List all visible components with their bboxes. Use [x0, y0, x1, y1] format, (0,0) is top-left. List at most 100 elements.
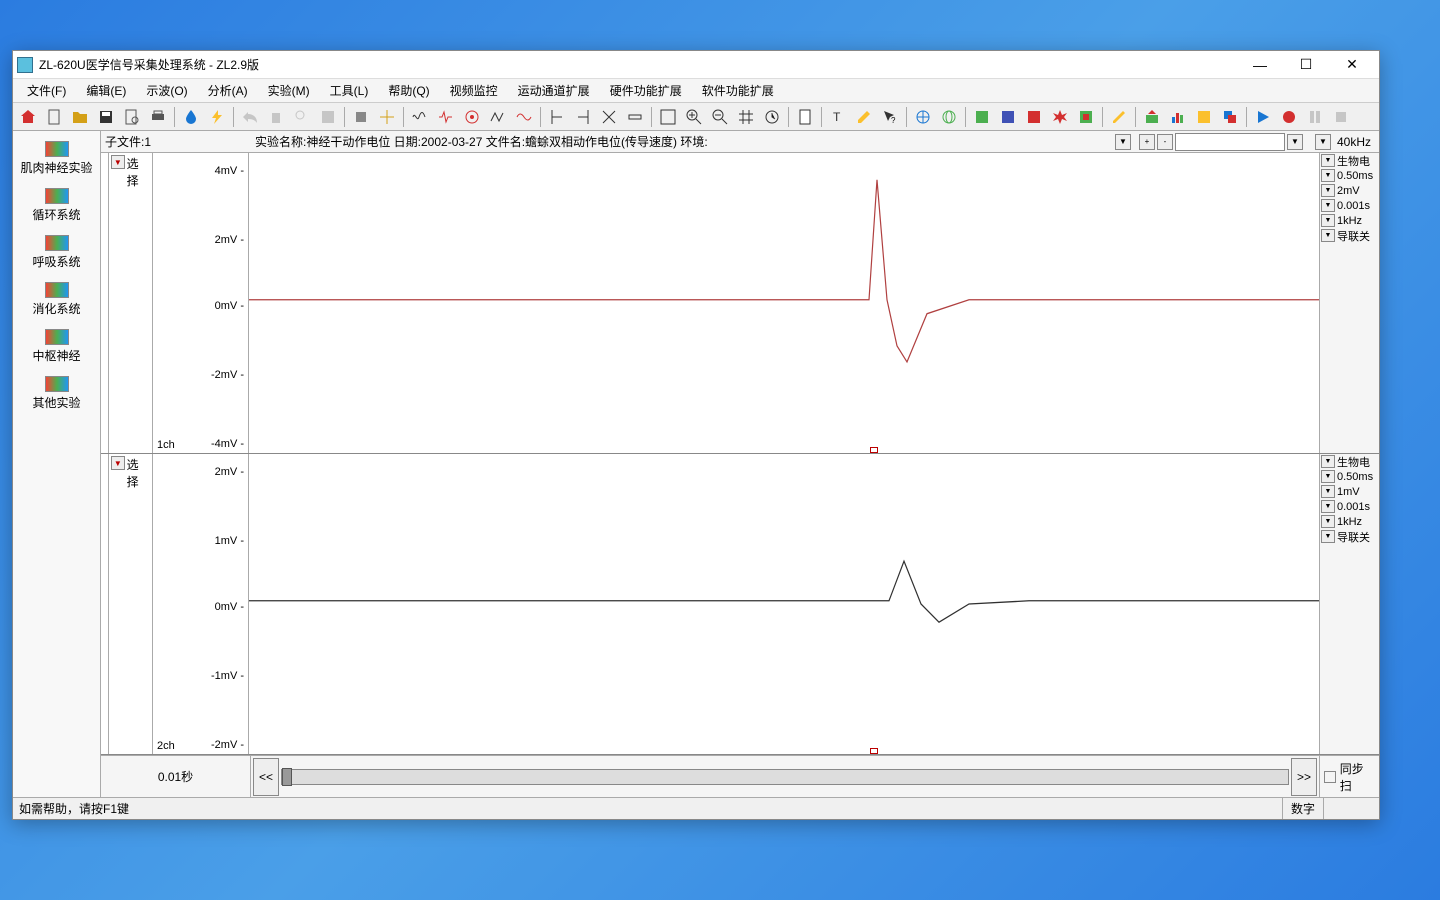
stop2-icon[interactable]	[1329, 105, 1353, 129]
print-icon[interactable]	[146, 105, 170, 129]
menu-oscilloscope[interactable]: 示波(O)	[136, 79, 197, 102]
minus-button[interactable]: -	[1157, 134, 1173, 150]
measure2-icon[interactable]	[623, 105, 647, 129]
sidebar-item-muscle-nerve[interactable]: 肌肉神经实验	[13, 135, 100, 182]
play-icon[interactable]	[1251, 105, 1275, 129]
globe1-icon[interactable]	[911, 105, 935, 129]
green2-icon[interactable]	[1074, 105, 1098, 129]
menu-file[interactable]: 文件(F)	[17, 79, 76, 102]
clock-icon[interactable]	[760, 105, 784, 129]
time-scrollbar[interactable]	[281, 769, 1289, 785]
wave2-icon[interactable]	[434, 105, 458, 129]
grid-icon[interactable]	[734, 105, 758, 129]
param-dropdown-icon[interactable]: ▼	[1321, 169, 1335, 182]
sidebar-item-cns[interactable]: 中枢神经	[13, 323, 100, 370]
tool-a-icon[interactable]	[316, 105, 340, 129]
param-dropdown-icon[interactable]: ▼	[1321, 184, 1335, 197]
blue1-icon[interactable]	[996, 105, 1020, 129]
select-dropdown-icon[interactable]: ▼	[111, 155, 125, 169]
waveform-plot[interactable]	[249, 454, 1319, 754]
text-icon[interactable]: T	[826, 105, 850, 129]
bolt-icon[interactable]	[205, 105, 229, 129]
combo-dropdown-icon[interactable]: ▼	[1287, 134, 1303, 150]
globe2-icon[interactable]	[937, 105, 961, 129]
select-dropdown-icon[interactable]: ▼	[111, 456, 125, 470]
preview-icon[interactable]	[120, 105, 144, 129]
red1-icon[interactable]	[1022, 105, 1046, 129]
wave3-icon[interactable]	[486, 105, 510, 129]
param-dropdown-icon[interactable]: ▼	[1321, 485, 1335, 498]
wave1-icon[interactable]	[408, 105, 432, 129]
axis-tick: -4mV -	[211, 438, 244, 450]
note-icon[interactable]	[1192, 105, 1216, 129]
open-icon[interactable]	[68, 105, 92, 129]
page-icon[interactable]	[793, 105, 817, 129]
menu-hardware-ext[interactable]: 硬件功能扩展	[600, 79, 692, 102]
menu-edit[interactable]: 编辑(E)	[76, 79, 136, 102]
save-icon[interactable]	[94, 105, 118, 129]
pencil-icon[interactable]	[1107, 105, 1131, 129]
scrollbar-thumb[interactable]	[282, 768, 292, 786]
chart-icon[interactable]	[1166, 105, 1190, 129]
menu-motion-ext[interactable]: 运动通道扩展	[508, 79, 600, 102]
maximize-button[interactable]: ☐	[1283, 52, 1329, 78]
layers-icon[interactable]	[1218, 105, 1242, 129]
param-dropdown-icon[interactable]: ▼	[1321, 500, 1335, 513]
menu-help[interactable]: 帮助(Q)	[378, 79, 439, 102]
param-dropdown-icon[interactable]: ▼	[1321, 154, 1335, 167]
sidebar-item-respiratory[interactable]: 呼吸系统	[13, 229, 100, 276]
param-dropdown-icon[interactable]: ▼	[1321, 199, 1335, 212]
menu-software-ext[interactable]: 软件功能扩展	[692, 79, 784, 102]
menu-analysis[interactable]: 分析(A)	[198, 79, 258, 102]
plus-button[interactable]: +	[1139, 134, 1155, 150]
info-dropdown-icon[interactable]: ▼	[1115, 134, 1131, 150]
pointer-help-icon[interactable]: ?	[878, 105, 902, 129]
trigger-marker[interactable]	[870, 748, 878, 754]
menu-tools[interactable]: 工具(L)	[320, 79, 379, 102]
zoom-in-icon[interactable]	[682, 105, 706, 129]
drop-icon[interactable]	[179, 105, 203, 129]
close-button[interactable]: ✕	[1329, 52, 1375, 78]
trigger-marker[interactable]	[870, 447, 878, 453]
delete-icon[interactable]	[264, 105, 288, 129]
param-dropdown-icon[interactable]: ▼	[1321, 530, 1335, 543]
cursor2-icon[interactable]	[571, 105, 595, 129]
wave4-icon[interactable]	[512, 105, 536, 129]
measure1-icon[interactable]	[597, 105, 621, 129]
cursor1-icon[interactable]	[545, 105, 569, 129]
sidebar-item-other[interactable]: 其他实验	[13, 370, 100, 417]
home-icon[interactable]	[16, 105, 40, 129]
zoom-out-icon[interactable]	[708, 105, 732, 129]
param-dropdown-icon[interactable]: ▼	[1321, 470, 1335, 483]
new-icon[interactable]	[42, 105, 66, 129]
rewind-button[interactable]: <<	[253, 758, 279, 796]
sample-dropdown-icon[interactable]: ▼	[1315, 134, 1331, 150]
param-dropdown-icon[interactable]: ▼	[1321, 214, 1335, 227]
green1-icon[interactable]	[970, 105, 994, 129]
param-dropdown-icon[interactable]: ▼	[1321, 455, 1335, 468]
target-icon[interactable]	[460, 105, 484, 129]
crosshair-icon[interactable]	[375, 105, 399, 129]
param-value: 0.001s	[1337, 501, 1370, 513]
zoom-fit-icon[interactable]	[656, 105, 680, 129]
minimize-button[interactable]: —	[1237, 52, 1283, 78]
sync-checkbox[interactable]	[1324, 771, 1336, 783]
sync-label: 同步扫	[1340, 760, 1375, 794]
forward-button[interactable]: >>	[1291, 758, 1317, 796]
info-combo-1[interactable]	[1175, 133, 1285, 151]
pause-icon[interactable]	[1303, 105, 1327, 129]
export-icon[interactable]	[1140, 105, 1164, 129]
sidebar-item-digestive[interactable]: 消化系统	[13, 276, 100, 323]
edit-icon[interactable]	[852, 105, 876, 129]
param-dropdown-icon[interactable]: ▼	[1321, 229, 1335, 242]
waveform-plot[interactable]	[249, 153, 1319, 453]
find-icon[interactable]	[290, 105, 314, 129]
menu-experiment[interactable]: 实验(M)	[258, 79, 320, 102]
param-dropdown-icon[interactable]: ▼	[1321, 515, 1335, 528]
record-icon[interactable]	[1277, 105, 1301, 129]
burst-icon[interactable]	[1048, 105, 1072, 129]
undo-icon[interactable]	[238, 105, 262, 129]
menu-video[interactable]: 视频监控	[440, 79, 508, 102]
stop-icon[interactable]	[349, 105, 373, 129]
sidebar-item-circulation[interactable]: 循环系统	[13, 182, 100, 229]
